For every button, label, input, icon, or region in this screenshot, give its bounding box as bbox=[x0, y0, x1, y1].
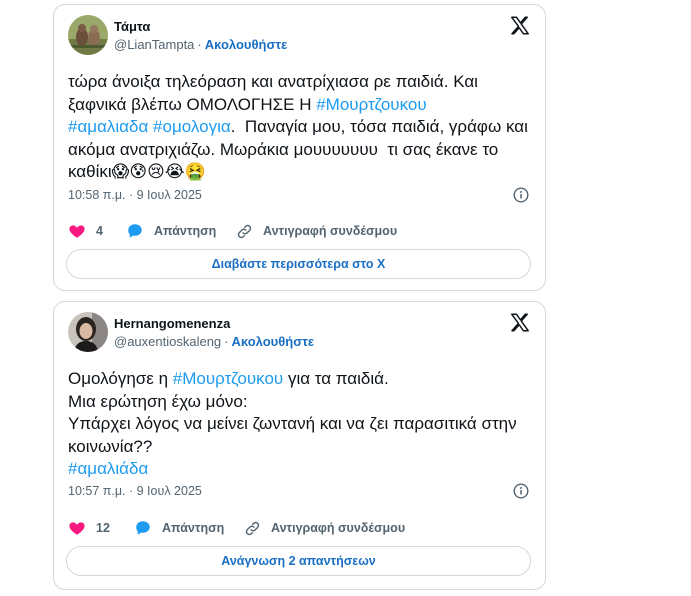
timestamp[interactable]: 10:57 π.μ. · 9 Ιουλ 2025 bbox=[68, 484, 202, 498]
avatar[interactable] bbox=[68, 15, 108, 55]
text-segment: Ομολόγησε η bbox=[68, 369, 173, 388]
separator: · bbox=[197, 37, 202, 52]
user-handle[interactable]: @auxentioskaleng bbox=[114, 334, 221, 349]
follow-button[interactable]: Ακολουθήστε bbox=[232, 334, 315, 349]
timestamp[interactable]: 10:58 π.μ. · 9 Ιουλ 2025 bbox=[68, 188, 202, 202]
speech-bubble-icon bbox=[128, 224, 142, 238]
copy-link-button[interactable]: Αντιγραφή συνδέσμου bbox=[244, 518, 405, 538]
hashtag-link[interactable]: #Μουρτζουκου bbox=[316, 95, 426, 114]
speech-bubble-icon bbox=[136, 521, 150, 535]
like-button[interactable]: 4 bbox=[68, 221, 103, 241]
copy-link-label: Αντιγραφή συνδέσμου bbox=[271, 521, 406, 535]
avatar[interactable] bbox=[68, 312, 108, 352]
user-handle[interactable]: @LianTampta bbox=[114, 37, 194, 52]
tweet-card: Τάμτα @LianTampta · Ακολουθήστε τώρα άνοιξ… bbox=[53, 4, 546, 291]
like-button[interactable]: 12 bbox=[68, 518, 110, 538]
link-icon bbox=[245, 521, 260, 535]
tweet-text: Ομολόγησε η #Μουρτζουκου για τα παιδιά. … bbox=[68, 368, 531, 481]
separator: · bbox=[224, 334, 229, 349]
tweet-header: Hernangomenenza @auxentioskaleng · Ακολουθ… bbox=[68, 312, 531, 356]
tweet-header: Τάμτα @LianTampta · Ακολουθήστε bbox=[68, 15, 531, 59]
action-bar: 12 Απάντηση Αντιγραφή συνδέσμου bbox=[68, 518, 531, 538]
display-name[interactable]: Hernangomenenza bbox=[114, 315, 314, 332]
action-bar: 4 Απάντηση Αντιγραφή συνδέσμου bbox=[68, 221, 531, 241]
tweet-card: Hernangomenenza @auxentioskaleng · Ακολουθ… bbox=[53, 301, 546, 590]
reply-button[interactable]: Απάντηση bbox=[126, 221, 216, 241]
like-count: 12 bbox=[96, 521, 110, 535]
info-icon[interactable] bbox=[513, 483, 529, 499]
heart-icon bbox=[69, 522, 85, 535]
read-more-button[interactable]: Διαβάστε περισσότερα στο X bbox=[66, 249, 531, 279]
reply-label: Απάντηση bbox=[162, 521, 225, 535]
display-name[interactable]: Τάμτα bbox=[114, 18, 287, 35]
copy-link-label: Αντιγραφή συνδέσμου bbox=[263, 224, 398, 238]
read-replies-button[interactable]: Ανάγνωση 2 απαντήσεων bbox=[66, 546, 531, 576]
like-count: 4 bbox=[96, 224, 103, 238]
link-icon bbox=[237, 224, 252, 238]
tweet-text: τώρα άνοιξα τηλεόραση και ανατρίχιασα ρε… bbox=[68, 71, 531, 184]
heart-icon bbox=[69, 225, 85, 238]
x-logo-icon[interactable] bbox=[509, 312, 531, 334]
hashtag-link[interactable]: #ομολογια bbox=[153, 117, 231, 136]
reply-button[interactable]: Απάντηση bbox=[134, 518, 224, 538]
reply-label: Απάντηση bbox=[154, 224, 217, 238]
hashtag-link[interactable]: #Μουρτζουκου bbox=[173, 369, 283, 388]
copy-link-button[interactable]: Αντιγραφή συνδέσμου bbox=[236, 221, 397, 241]
hashtag-link[interactable]: #αμαλιαδα bbox=[68, 117, 148, 136]
hashtag-link[interactable]: #αμαλιάδα bbox=[68, 459, 148, 478]
follow-button[interactable]: Ακολουθήστε bbox=[205, 37, 288, 52]
x-logo-icon[interactable] bbox=[509, 15, 531, 37]
info-icon[interactable] bbox=[513, 187, 529, 203]
